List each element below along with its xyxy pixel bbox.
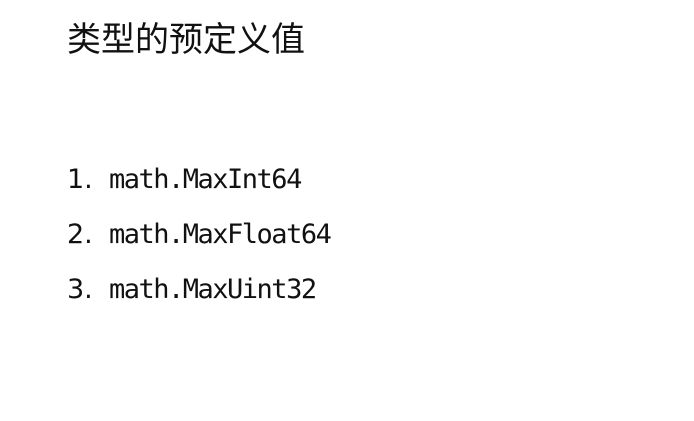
constant-list: 1. math.MaxInt64 2. math.MaxFloat64 3. m…	[67, 152, 332, 317]
list-item-number: 1.	[67, 164, 93, 195]
list-item-text: math.MaxFloat64	[109, 219, 332, 250]
list-item: 1. math.MaxInt64	[67, 152, 330, 207]
slide: 类型的预定义值 1. math.MaxInt64 2. math.MaxFloa…	[0, 0, 694, 421]
list-item-text: math.MaxUint32	[109, 274, 317, 305]
list-item-text: math.MaxInt64	[109, 164, 302, 195]
list-item: 3. math.MaxUint32	[67, 262, 330, 317]
list-item-number: 2.	[67, 219, 93, 250]
slide-title: 类型的预定义值	[67, 20, 305, 60]
list-item: 2. math.MaxFloat64	[67, 207, 332, 262]
list-item-number: 3.	[67, 274, 93, 305]
